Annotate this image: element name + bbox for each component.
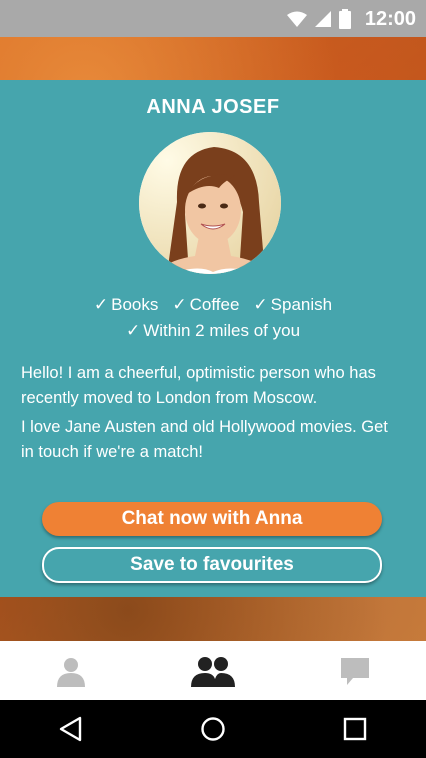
tab-profile[interactable]	[0, 641, 142, 700]
save-to-favourites-button[interactable]: Save to favourites	[42, 547, 382, 583]
check-icon: ✓	[172, 295, 187, 314]
tag-spanish: ✓ Spanish	[253, 295, 333, 314]
check-icon: ✓	[125, 321, 141, 340]
check-icon: ✓	[93, 295, 109, 314]
wifi-icon	[286, 11, 307, 27]
tag-books: ✓ Books	[93, 295, 159, 314]
profile-bio: Hello! I am a cheerful, optimistic perso…	[21, 361, 405, 469]
tag-row-2: ✓ Within 2 miles of you	[0, 318, 426, 344]
tab-people[interactable]	[142, 641, 284, 700]
chat-now-button[interactable]: Chat now with Anna	[42, 502, 382, 536]
bottom-tab-bar	[0, 641, 426, 700]
check-icon: ✓	[253, 295, 268, 314]
tag-row-1: ✓ Books ✓ Coffee ✓ Spanish	[0, 292, 426, 318]
people-icon	[191, 656, 235, 687]
interest-tags: ✓ Books ✓ Coffee ✓ Spanish ✓ Within 2 miles …	[0, 292, 426, 344]
profile-icon	[57, 657, 85, 687]
tag-coffee: ✓ Coffee	[172, 295, 240, 314]
avatar	[139, 132, 281, 274]
bio-paragraph: I love Jane Austen and old Hollywood mov…	[21, 418, 388, 461]
system-nav-bar	[0, 700, 426, 758]
status-bar: 12:00	[0, 0, 426, 37]
home-icon[interactable]	[200, 716, 226, 742]
chat-bubble-icon	[341, 657, 369, 685]
battery-icon	[338, 9, 351, 29]
status-time: 12:00	[364, 7, 416, 30]
tab-messages[interactable]	[284, 641, 426, 700]
back-icon[interactable]	[58, 716, 84, 742]
status-icons: 12:00	[286, 7, 416, 31]
signal-icon	[314, 11, 331, 27]
profile-name: ANNA JOSEF	[146, 96, 280, 118]
recents-icon[interactable]	[342, 716, 368, 742]
tag-distance: ✓ Within 2 miles of you	[125, 321, 301, 340]
bio-paragraph: Hello! I am a cheerful, optimistic perso…	[21, 364, 376, 407]
